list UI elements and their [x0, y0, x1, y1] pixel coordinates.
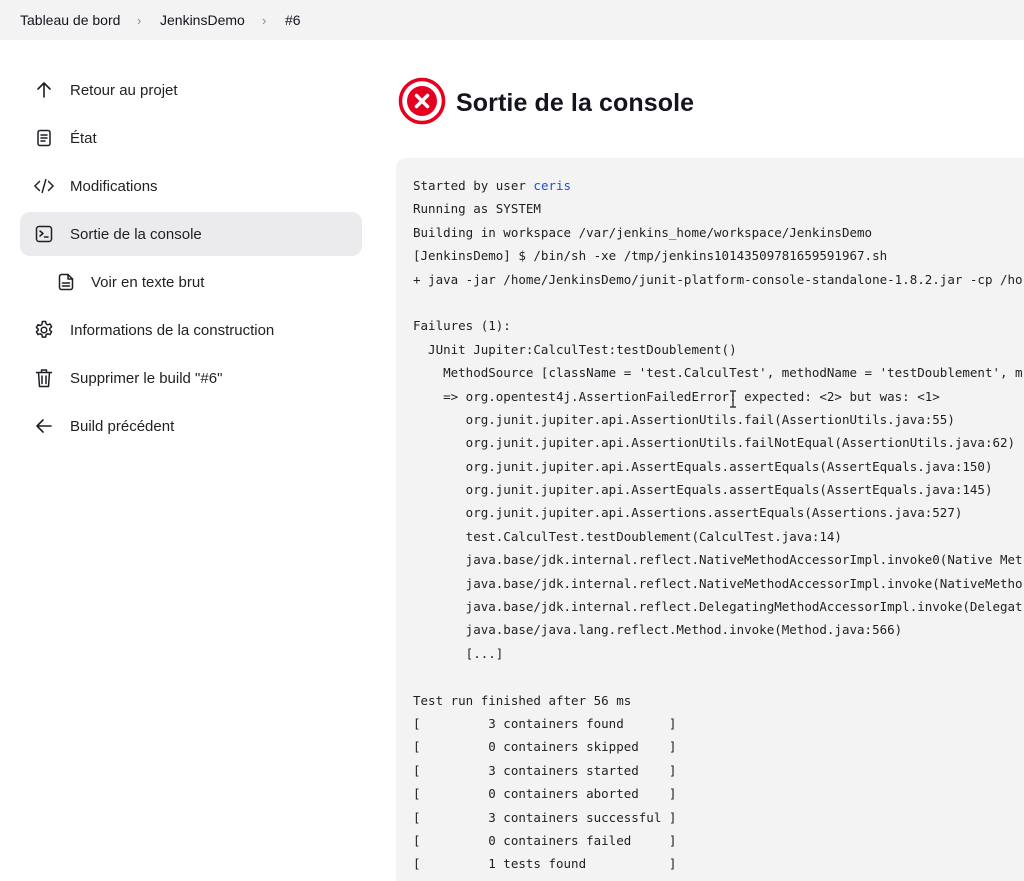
- console-line-prefix: Started by user: [413, 178, 534, 193]
- file-text-icon: [56, 272, 76, 292]
- sidebar-item-console-output[interactable]: Sortie de la console: [20, 212, 362, 256]
- page-header: Sortie de la console: [398, 77, 695, 130]
- console-line: org.junit.jupiter.api.Assertions.assertE…: [413, 505, 963, 521]
- console-line: [ 1 tests found ]: [413, 856, 677, 872]
- code-icon: [34, 176, 54, 196]
- console-line: org.junit.jupiter.api.AssertionUtils.fai…: [413, 411, 955, 427]
- arrow-left-icon: [34, 416, 54, 436]
- console-line: MethodSource [className = 'test.CalculTe…: [413, 365, 1023, 381]
- console-line: + java -jar /home/JenkinsDemo/junit-plat…: [413, 271, 1023, 287]
- console-line: [ 0 containers aborted ]: [413, 786, 677, 802]
- breadcrumb-dashboard[interactable]: Tableau de bord: [20, 12, 120, 28]
- sidebar-item-plain-text[interactable]: Voir en texte brut: [20, 260, 362, 304]
- sidebar-item-label: Sortie de la console: [70, 225, 202, 243]
- sidebar-item-label: Supprimer le build "#6": [70, 369, 223, 387]
- console-line: Test run finished after 56 ms: [413, 692, 632, 708]
- breadcrumb-project[interactable]: JenkinsDemo: [160, 12, 245, 28]
- console-line: [ 0 containers skipped ]: [413, 739, 677, 755]
- console-line: [JenkinsDemo] $ /bin/sh -xe /tmp/jenkins…: [413, 248, 888, 264]
- failure-icon: [398, 77, 446, 130]
- sidebar: Retour au projet État Modifications Sort…: [20, 68, 362, 452]
- console-line: java.base/jdk.internal.reflect.NativeMet…: [413, 552, 1023, 568]
- trash-icon: [34, 368, 54, 388]
- console-line: => org.opentest4j.AssertionFailedError: …: [413, 388, 940, 404]
- user-link[interactable]: ceris: [533, 178, 571, 193]
- console-line: org.junit.jupiter.api.AssertEquals.asser…: [413, 458, 993, 474]
- console-line: test.CalculTest.testDoublement(CalculTes…: [413, 528, 842, 544]
- page-title: Sortie de la console: [456, 88, 695, 117]
- sidebar-item-delete-build[interactable]: Supprimer le build "#6": [20, 356, 362, 400]
- console-lines: Running as SYSTEM Building in workspace /…: [413, 197, 1024, 875]
- breadcrumb-separator: ›: [137, 12, 142, 28]
- breadcrumb-build[interactable]: #6: [285, 12, 301, 28]
- console-line: [ 3 containers found ]: [413, 715, 677, 731]
- console-line: [ 0 containers failed ]: [413, 832, 677, 848]
- sidebar-item-label: Build précédent: [70, 417, 175, 435]
- document-icon: [34, 128, 54, 148]
- sidebar-item-status[interactable]: État: [20, 116, 362, 160]
- console-line: Failures (1):: [413, 318, 511, 334]
- sidebar-item-changes[interactable]: Modifications: [20, 164, 362, 208]
- console-line: Running as SYSTEM: [413, 201, 541, 217]
- console-line: [ 3 containers started ]: [413, 762, 677, 778]
- sidebar-item-label: État: [70, 129, 97, 147]
- console-line: Building in workspace /var/jenkins_home/…: [413, 224, 873, 240]
- console-line: java.base/jdk.internal.reflect.Delegatin…: [413, 599, 1023, 615]
- sidebar-item-label: Informations de la construction: [70, 321, 275, 339]
- breadcrumb: Tableau de bord › JenkinsDemo › #6: [0, 0, 1024, 40]
- console-line: Started by user ceris: [413, 174, 1024, 197]
- console-line: JUnit Jupiter:CalculTest:testDoublement(…: [413, 341, 737, 357]
- console-line: [...]: [413, 645, 504, 661]
- gear-icon: [34, 320, 54, 340]
- console-line: java.base/jdk.internal.reflect.NativeMet…: [413, 575, 1023, 591]
- sidebar-item-build-info[interactable]: Informations de la construction: [20, 308, 362, 352]
- sidebar-item-label: Retour au projet: [70, 81, 178, 99]
- console-line: org.junit.jupiter.api.AssertEquals.asser…: [413, 482, 993, 498]
- console-text: Started by user ceris Running as SYSTEM Bu…: [396, 158, 1024, 876]
- sidebar-item-back-to-project[interactable]: Retour au projet: [20, 68, 362, 112]
- console-line: org.junit.jupiter.api.AssertionUtils.fai…: [413, 435, 1016, 451]
- sidebar-item-label: Modifications: [70, 177, 158, 195]
- sidebar-item-label: Voir en texte brut: [91, 273, 205, 291]
- console-line: [ 3 containers successful ]: [413, 809, 677, 825]
- arrow-up-icon: [34, 80, 54, 100]
- sidebar-item-previous-build[interactable]: Build précédent: [20, 404, 362, 448]
- console-line: java.base/java.lang.reflect.Method.invok…: [413, 622, 903, 638]
- breadcrumb-separator: ›: [262, 12, 267, 28]
- console-output[interactable]: Started by user ceris Running as SYSTEM Bu…: [396, 158, 1024, 881]
- terminal-icon: [34, 224, 54, 244]
